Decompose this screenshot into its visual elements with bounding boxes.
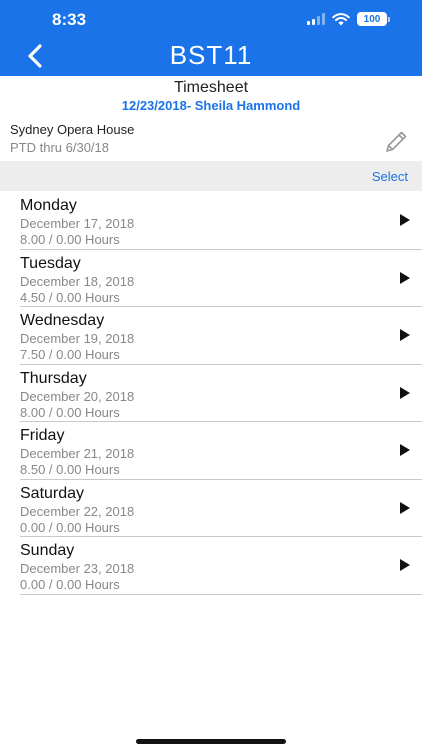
- day-row-thursday[interactable]: Thursday December 20, 2018 8.00 / 0.00 H…: [20, 365, 422, 422]
- day-date: December 21, 2018: [20, 446, 135, 461]
- battery-level: 100: [357, 12, 387, 26]
- play-triangle-icon: [400, 444, 410, 456]
- day-row-sunday[interactable]: Sunday December 23, 2018 0.00 / 0.00 Hou…: [20, 537, 422, 595]
- day-date: December 17, 2018: [20, 216, 135, 231]
- day-date: December 18, 2018: [20, 273, 135, 289]
- day-date: December 23, 2018: [20, 561, 135, 576]
- home-indicator[interactable]: [136, 739, 286, 744]
- day-hours: 0.00 / 0.00 Hours: [20, 577, 120, 592]
- pencil-icon: [386, 131, 407, 152]
- day-name: Tuesday: [20, 254, 81, 272]
- battery-icon: 100: [357, 12, 390, 26]
- select-bar: Select: [0, 161, 422, 191]
- day-list: Monday December 17, 2018 8.00 / 0.00 Hou…: [20, 192, 422, 595]
- day-row-saturday[interactable]: Saturday December 22, 2018 0.00 / 0.00 H…: [20, 480, 422, 537]
- timesheet-title: Timesheet: [173, 79, 249, 96]
- day-name: Friday: [20, 427, 65, 444]
- project-ptd: PTD thru 6/30/18: [10, 140, 109, 155]
- app-header: 8:33 100 BST11: [0, 0, 422, 76]
- day-hours: 4.50 / 0.00 Hours: [20, 289, 120, 305]
- day-hours: 7.50 / 0.00 Hours: [20, 347, 120, 362]
- day-name: Sunday: [20, 542, 75, 559]
- status-icons: 100: [307, 12, 390, 26]
- day-date: December 20, 2018: [20, 388, 135, 404]
- day-row-monday[interactable]: Monday December 17, 2018 8.00 / 0.00 Hou…: [20, 192, 422, 250]
- day-hours: 8.00 / 0.00 Hours: [20, 404, 120, 420]
- cellular-signal-icon: [307, 13, 325, 25]
- day-name: Wednesday: [20, 312, 105, 329]
- day-hours: 8.00 / 0.00 Hours: [20, 232, 120, 247]
- project-name: Sydney Opera House: [10, 122, 135, 137]
- select-button[interactable]: Select: [372, 169, 408, 184]
- project-info: Sydney Opera House PTD thru 6/30/18: [10, 121, 134, 156]
- day-row-friday[interactable]: Friday December 21, 2018 8.50 / 0.00 Hou…: [20, 422, 422, 480]
- page-title: BST11: [169, 40, 253, 70]
- play-triangle-icon: [400, 271, 410, 284]
- edit-button[interactable]: [382, 128, 410, 156]
- day-date: December 19, 2018: [20, 331, 135, 346]
- day-name: Monday: [20, 197, 77, 214]
- play-triangle-icon: [400, 214, 410, 226]
- status-time: 8:33: [52, 10, 87, 29]
- day-hours: 8.50 / 0.00 Hours: [20, 462, 120, 477]
- day-row-wednesday[interactable]: Wednesday December 19, 2018 7.50 / 0.00 …: [20, 307, 422, 365]
- wifi-icon: [332, 12, 350, 25]
- day-name: Thursday: [20, 369, 87, 387]
- day-row-tuesday[interactable]: Tuesday December 18, 2018 4.50 / 0.00 Ho…: [20, 250, 422, 307]
- play-triangle-icon: [400, 501, 410, 514]
- status-bar: 8:33 100: [0, 0, 422, 40]
- play-triangle-icon: [400, 386, 410, 399]
- day-date: December 22, 2018: [20, 503, 135, 519]
- day-hours: 0.00 / 0.00 Hours: [20, 519, 120, 535]
- timesheet-subtitle: 12/23/2018- Sheila Hammond: [121, 98, 301, 113]
- play-triangle-icon: [400, 559, 410, 571]
- day-name: Saturday: [20, 484, 85, 502]
- nav-bar: BST11: [0, 38, 422, 74]
- play-triangle-icon: [400, 329, 410, 341]
- timesheet-header: Timesheet 12/23/2018- Sheila Hammond: [0, 78, 422, 114]
